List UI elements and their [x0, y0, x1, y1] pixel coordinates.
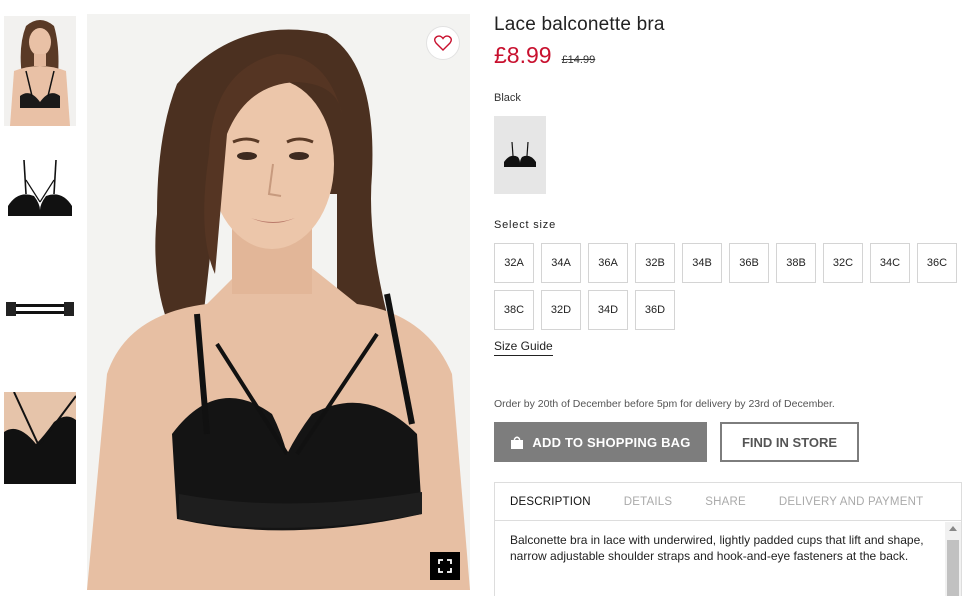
add-to-bag-label: ADD TO SHOPPING BAG	[532, 434, 691, 450]
thumbnail-band[interactable]	[4, 294, 76, 324]
current-price: £8.99	[494, 42, 552, 68]
color-swatch-black[interactable]	[494, 116, 546, 194]
favorite-button[interactable]	[426, 26, 460, 60]
price-row: £8.99 £14.99	[494, 42, 964, 69]
delivery-note: Order by 20th of December before 5pm for…	[494, 398, 835, 410]
size-option[interactable]: 32B	[635, 243, 675, 283]
tab-details[interactable]: DETAILS	[624, 496, 672, 508]
size-option[interactable]: 34D	[588, 290, 628, 330]
size-guide-link[interactable]: Size Guide	[494, 339, 553, 356]
size-label: Select size	[494, 219, 556, 231]
size-option[interactable]: 36A	[588, 243, 628, 283]
size-option[interactable]: 34A	[541, 243, 581, 283]
product-title: Lace balconette bra	[494, 14, 665, 35]
thumbnail-front[interactable]	[4, 154, 76, 228]
find-in-store-button[interactable]: FIND IN STORE	[720, 422, 859, 462]
product-info-panel: Lace balconette bra £8.99 £14.99 Black S…	[494, 14, 964, 596]
size-option[interactable]: 32A	[494, 243, 534, 283]
size-option[interactable]: 36B	[729, 243, 769, 283]
tab-delivery-payment[interactable]: DELIVERY AND PAYMENT	[779, 496, 923, 508]
size-option[interactable]: 34C	[870, 243, 910, 283]
size-option[interactable]: 32C	[823, 243, 863, 283]
size-option[interactable]: 38B	[776, 243, 816, 283]
original-price: £14.99	[561, 54, 596, 66]
heart-icon	[434, 35, 452, 51]
expand-image-button[interactable]	[430, 552, 460, 580]
bra-swatch-image	[504, 141, 536, 167]
product-tabs: DESCRIPTION DETAILS SHARE DELIVERY AND P…	[494, 482, 962, 596]
size-option[interactable]: 32D	[541, 290, 581, 330]
size-option[interactable]: 34B	[682, 243, 722, 283]
tab-description[interactable]: DESCRIPTION	[510, 496, 591, 508]
thumbnail-detail[interactable]	[4, 392, 76, 484]
model-photo	[87, 14, 470, 590]
scroll-up-arrow-icon[interactable]	[949, 526, 957, 531]
size-option[interactable]: 36C	[917, 243, 957, 283]
scroll-thumb[interactable]	[947, 540, 959, 596]
add-to-bag-button[interactable]: ADD TO SHOPPING BAG	[494, 422, 707, 462]
size-option[interactable]: 38C	[494, 290, 534, 330]
shopping-bag-icon	[511, 436, 524, 449]
expand-icon	[438, 559, 452, 573]
thumbnail-model[interactable]	[4, 16, 76, 126]
color-label: Black	[494, 92, 521, 104]
tab-share[interactable]: SHARE	[705, 496, 746, 508]
tab-bar: DESCRIPTION DETAILS SHARE DELIVERY AND P…	[495, 483, 961, 521]
size-option[interactable]: 36D	[635, 290, 675, 330]
description-text: Balconette bra in lace with underwired, …	[510, 533, 924, 563]
description-scrollbar[interactable]	[945, 522, 961, 596]
main-product-image[interactable]	[87, 14, 470, 590]
